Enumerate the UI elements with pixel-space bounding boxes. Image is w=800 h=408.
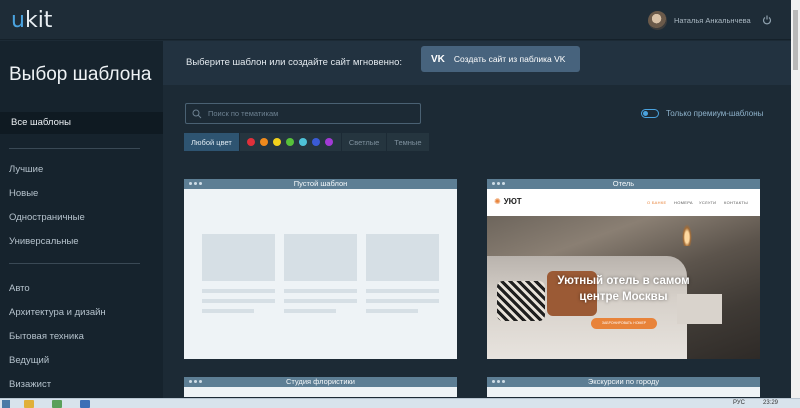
card-titlebar: Экскурсии по городу xyxy=(487,377,760,387)
app-icon[interactable] xyxy=(80,400,90,408)
color-swatch-2[interactable] xyxy=(272,138,281,146)
placeholder-line xyxy=(202,289,275,293)
scrollbar[interactable] xyxy=(791,0,800,398)
vk-icon: VK xyxy=(431,53,445,65)
hotel-hero-text: Уютный отель в самом центре Москвы xyxy=(487,273,760,305)
clock[interactable]: 23:29 xyxy=(763,400,778,406)
sidebar-divider xyxy=(9,263,140,264)
language-indicator[interactable]: РУС xyxy=(733,400,745,406)
placeholder-line xyxy=(366,299,439,303)
logo-rest: kit xyxy=(24,8,53,33)
color-swatch-5[interactable] xyxy=(311,138,320,146)
template-card-tours[interactable]: Экскурсии по городу xyxy=(487,377,760,397)
sidebar-item-new[interactable]: Новые xyxy=(9,188,38,199)
search-input[interactable]: Поиск по тематикам xyxy=(185,103,421,124)
hotel-preview: ✺ УЮТ О БАНКЕ НОМЕРА УСЛУГИ КОНТАКТЫ Уютн… xyxy=(487,189,760,359)
search-icon xyxy=(192,109,202,118)
filter-light[interactable]: Светлые xyxy=(341,133,388,151)
card-titlebar: Пустой шаблон xyxy=(184,179,457,189)
placeholder-line xyxy=(366,309,418,313)
placeholder-line xyxy=(284,289,357,293)
hotel-menu-item: УСЛУГИ xyxy=(699,200,717,205)
template-card-florist[interactable]: Студия флористики xyxy=(184,377,457,397)
toggle-knob xyxy=(643,111,648,116)
bed-graphic xyxy=(487,256,687,359)
sidebar-item-all[interactable]: Все шаблоны xyxy=(0,112,163,134)
color-swatch-3[interactable] xyxy=(285,138,294,146)
top-bar: ukit Наталья Анкальнчева xyxy=(0,0,800,40)
hotel-hero-button: ЗАБРОНИРОВАТЬ НОМЕР xyxy=(591,318,657,329)
hero-line-2: центре Москвы xyxy=(579,291,668,303)
template-card-blank[interactable]: Пустой шаблон xyxy=(184,179,457,359)
color-filters: Любой цвет Светлые Темные xyxy=(184,133,430,151)
folder-icon[interactable] xyxy=(24,400,34,408)
scrollbar-thumb[interactable] xyxy=(793,10,798,70)
color-swatch-0[interactable] xyxy=(246,138,255,146)
sidebar-title: Выбор шаблона xyxy=(9,64,152,85)
sidebar-item-onepage[interactable]: Одностраничные xyxy=(9,212,85,223)
filter-dark[interactable]: Темные xyxy=(387,133,430,151)
card-titlebar: Студия флористики xyxy=(184,377,457,387)
vk-create-button[interactable]: VK Создать сайт из паблика VK xyxy=(421,46,580,72)
sun-icon: ✺ xyxy=(494,197,501,206)
browser-icon[interactable] xyxy=(52,400,62,408)
start-icon[interactable] xyxy=(2,400,10,408)
user-name[interactable]: Наталья Анкальнчева xyxy=(674,16,751,25)
user-menu[interactable]: Наталья Анкальнчева xyxy=(648,11,751,30)
vk-banner: Выберите шаблон или создайте сайт мгнове… xyxy=(163,41,791,85)
power-icon[interactable] xyxy=(762,15,772,25)
main-area: Выберите шаблон или создайте сайт мгнове… xyxy=(163,41,791,398)
filter-any-color[interactable]: Любой цвет xyxy=(184,133,240,151)
color-swatch-1[interactable] xyxy=(259,138,268,146)
hotel-menu-item: КОНТАКТЫ xyxy=(724,200,748,205)
placeholder-block xyxy=(284,234,357,281)
avatar[interactable] xyxy=(648,11,667,30)
placeholder-line xyxy=(202,309,254,313)
placeholder-line xyxy=(284,309,336,313)
premium-toggle-switch[interactable] xyxy=(641,109,659,118)
card-title: Отель xyxy=(612,179,635,188)
card-title: Пустой шаблон xyxy=(293,179,348,188)
sidebar-item-makeup[interactable]: Визажист xyxy=(9,379,51,390)
placeholder-block xyxy=(202,234,275,281)
sidebar-item-appliances[interactable]: Бытовая техника xyxy=(9,331,84,342)
os-taskbar: РУС 23:29 xyxy=(0,398,800,408)
lamp-graphic xyxy=(682,224,692,246)
search-placeholder: Поиск по тематикам xyxy=(208,109,279,118)
sidebar: Выбор шаблона Все шаблоны Лучшие Новые О… xyxy=(0,41,163,398)
hero-line-1: Уютный отель в самом xyxy=(557,275,690,287)
card-titlebar: Отель xyxy=(487,179,760,189)
sidebar-item-architecture[interactable]: Архитектура и дизайн xyxy=(9,307,106,318)
hotel-logo-text: УЮТ xyxy=(503,197,522,206)
placeholder-line xyxy=(284,299,357,303)
sidebar-item-best[interactable]: Лучшие xyxy=(9,164,43,175)
blank-preview xyxy=(184,189,457,359)
premium-toggle[interactable]: Только премиум-шаблоны xyxy=(641,109,763,118)
placeholder-line xyxy=(202,299,275,303)
hotel-nav: ✺ УЮТ О БАНКЕ НОМЕРА УСЛУГИ КОНТАКТЫ xyxy=(487,189,760,216)
sidebar-item-host[interactable]: Ведущий xyxy=(9,355,49,366)
banner-text: Выберите шаблон или создайте сайт мгнове… xyxy=(186,57,403,68)
template-card-hotel[interactable]: Отель ✺ УЮТ О БАНКЕ НОМЕРА УСЛУГИ КОНТАКТ… xyxy=(487,179,760,359)
hotel-hero-image: Уютный отель в самом центре Москвы ЗАБРО… xyxy=(487,216,760,359)
card-title: Экскурсии по городу xyxy=(587,377,660,386)
placeholder-line xyxy=(366,289,439,293)
sidebar-item-universal[interactable]: Универсальные xyxy=(9,236,79,247)
color-swatch-6[interactable] xyxy=(324,138,333,146)
sidebar-item-auto[interactable]: Авто xyxy=(9,283,30,294)
card-title: Студия флористики xyxy=(286,377,355,386)
ukit-logo[interactable]: ukit xyxy=(11,8,52,33)
logo-u: u xyxy=(11,8,25,33)
hotel-menu-item: О БАНКЕ xyxy=(647,200,667,205)
hotel-menu-item: НОМЕРА xyxy=(674,200,693,205)
sidebar-divider xyxy=(9,148,140,149)
color-swatch-4[interactable] xyxy=(298,138,307,146)
color-swatches xyxy=(239,133,342,151)
premium-toggle-label[interactable]: Только премиум-шаблоны xyxy=(666,109,763,118)
hotel-logo: ✺ УЮТ xyxy=(494,197,522,206)
placeholder-block xyxy=(366,234,439,281)
vk-button-label: Создать сайт из паблика VK xyxy=(453,54,566,64)
